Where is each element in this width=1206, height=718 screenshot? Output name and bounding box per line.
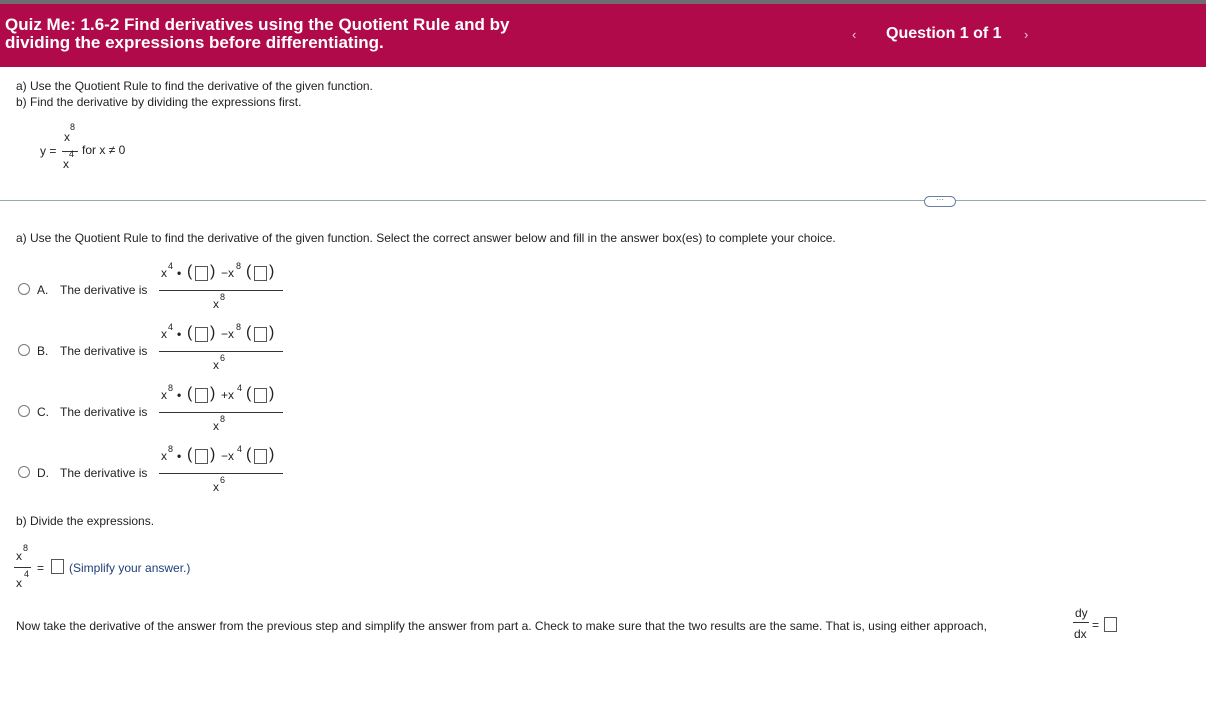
option-b-letter: B.: [37, 344, 49, 358]
option-c-input1[interactable]: [195, 388, 208, 403]
option-a-exp2: 8: [236, 261, 242, 271]
option-c-op: +x: [221, 388, 235, 402]
final-instruction: Now take the derivative of the answer fr…: [16, 619, 987, 633]
option-d-text: The derivative is: [60, 466, 148, 480]
part-b-prompt: b) Divide the expressions.: [16, 514, 155, 528]
option-b-fraction-bar: [159, 351, 283, 352]
function-condition: for x ≠ 0: [82, 143, 126, 157]
intro-part-b: b) Find the derivative by dividing the e…: [16, 95, 302, 109]
dydx-fraction-bar: [1073, 622, 1089, 623]
previous-question-button[interactable]: ‹: [852, 27, 856, 42]
quiz-title: Quiz Me: 1.6-2 Find derivatives using th…: [5, 16, 705, 52]
final-equals: =: [1092, 618, 1100, 632]
part-b-den-exp: 4: [24, 569, 30, 579]
dx-label: dx: [1074, 627, 1087, 641]
option-c-exp2: 4: [237, 383, 243, 393]
part-b-answer-input[interactable]: [51, 559, 64, 574]
option-d-exp2: 4: [237, 444, 243, 454]
option-c-text: The derivative is: [60, 405, 148, 419]
part-a-prompt: a) Use the Quotient Rule to find the der…: [16, 231, 836, 245]
part-b-num-exp: 8: [23, 543, 29, 553]
option-a-den-exp: 8: [220, 292, 226, 302]
option-a-input2[interactable]: [254, 266, 267, 281]
more-options-button[interactable]: ···: [924, 196, 956, 207]
option-b-input1[interactable]: [195, 327, 208, 342]
option-a-text: The derivative is: [60, 283, 148, 297]
function-denominator-exp: 4: [69, 149, 75, 159]
option-b-text: The derivative is: [60, 344, 148, 358]
option-c-radio[interactable]: [18, 405, 30, 417]
option-b-exp2: 8: [236, 322, 242, 332]
option-d-radio[interactable]: [18, 466, 30, 478]
final-answer-input[interactable]: [1104, 617, 1117, 632]
option-a-op: −x: [221, 266, 235, 280]
option-d-input1[interactable]: [195, 449, 208, 464]
section-divider: [0, 200, 1206, 201]
option-a-input1[interactable]: [195, 266, 208, 281]
option-b-input2[interactable]: [254, 327, 267, 342]
option-d-op: −x: [221, 449, 235, 463]
option-a-radio[interactable]: [18, 283, 30, 295]
question-counter[interactable]: Question 1 of 1: [886, 25, 1002, 43]
option-b-radio[interactable]: [18, 344, 30, 356]
quiz-title-line1: Quiz Me: 1.6-2 Find derivatives using th…: [5, 15, 510, 34]
option-d-fraction-bar: [159, 473, 283, 474]
dy-label: dy: [1075, 606, 1088, 620]
part-b-hint: (Simplify your answer.): [69, 561, 191, 575]
function-lhs: y =: [40, 144, 57, 158]
option-c-exp1: 8: [168, 383, 174, 393]
option-d-input2[interactable]: [254, 449, 267, 464]
option-d-den-exp: 6: [220, 475, 226, 485]
option-b-den-exp: 6: [220, 353, 226, 363]
quiz-title-line2: dividing the expressions before differen…: [5, 33, 384, 52]
option-b-exp1: 4: [168, 322, 174, 332]
option-a-letter: A.: [37, 283, 49, 297]
option-c-letter: C.: [37, 405, 49, 419]
option-d-exp1: 8: [168, 444, 174, 454]
option-c-input2[interactable]: [254, 388, 267, 403]
intro-part-a: a) Use the Quotient Rule to find the der…: [16, 79, 373, 93]
part-b-fraction-bar: [14, 567, 31, 568]
option-c-den-exp: 8: [220, 414, 226, 424]
quiz-header: Quiz Me: 1.6-2 Find derivatives using th…: [0, 4, 1206, 67]
option-a-exp1: 4: [168, 261, 174, 271]
part-b-equals: =: [37, 561, 45, 575]
next-question-button[interactable]: ›: [1024, 27, 1028, 42]
option-d-letter: D.: [37, 466, 49, 480]
function-numerator-exp: 8: [70, 122, 76, 132]
option-c-fraction-bar: [159, 412, 283, 413]
option-a-fraction-bar: [159, 290, 283, 291]
function-denominator-base: x: [63, 157, 69, 171]
option-b-op: −x: [221, 327, 235, 341]
function-numerator-base: x: [64, 130, 70, 144]
